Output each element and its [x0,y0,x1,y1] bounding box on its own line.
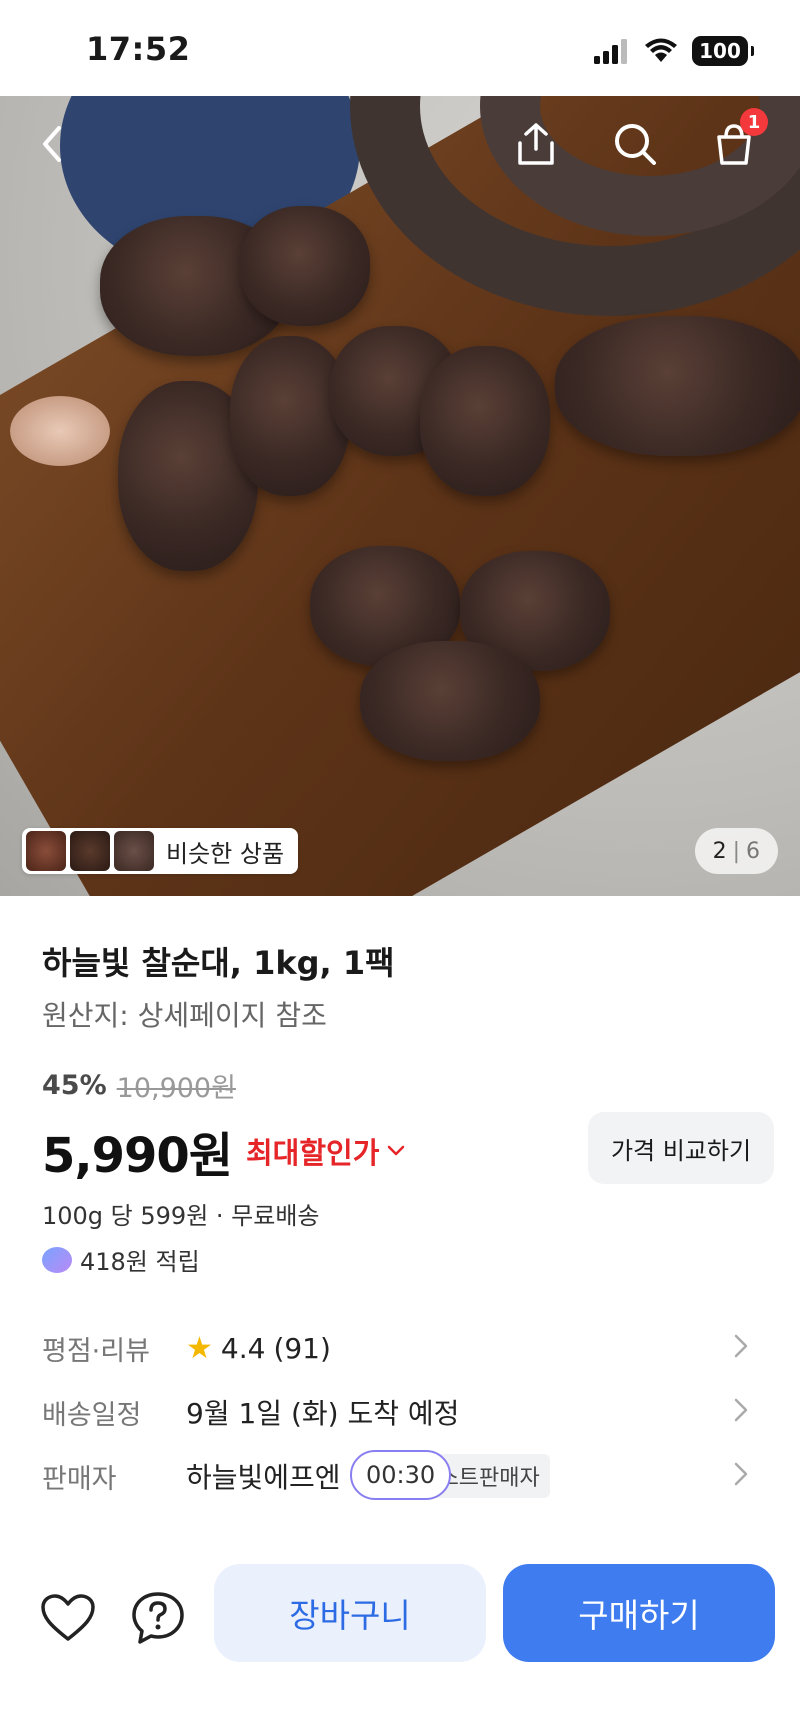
chevron-right-icon [734,1334,748,1358]
product-image-carousel[interactable]: 1 비슷한 상품 2 | 6 [0,96,800,896]
similar-thumb [70,831,110,871]
image-sausage-slice [420,346,550,496]
unit-price-shipping: 100g 당 599원 · 무료배송 [42,1202,320,1230]
battery-indicator: 100 [692,36,754,66]
search-icon [615,124,656,165]
discount-row: 45% 10,900원 [42,1066,236,1105]
price-compare-button[interactable]: 가격 비교하기 [588,1112,774,1184]
status-bar: 17:52 100 [0,0,800,96]
buy-now-button[interactable]: 구매하기 [503,1564,775,1662]
top-nav: 1 [0,96,800,186]
pager-separator: | [732,838,740,864]
pager-total: 6 [746,838,760,864]
rating-value: ★ 4.4 (91) [186,1331,331,1366]
delivery-row[interactable]: 배송일정 9월 1일 (화) 도착 예정 [42,1380,758,1444]
product-origin: 원산지: 상세페이지 참조 [42,999,327,1032]
price-row: 5,990원 최대할인가 [42,1116,405,1186]
countdown-timer: 00:30 [350,1450,452,1500]
seller-name: 하늘빛에프엔 [186,1461,341,1494]
pager-current: 2 [712,838,727,864]
add-to-cart-button[interactable]: 장바구니 [214,1564,486,1662]
delivery-value: 9월 1일 (화) 도착 예정 [186,1397,460,1430]
status-icons: 100 [594,36,754,66]
chevron-left-icon [43,126,61,162]
wifi-icon [645,38,677,62]
discount-rate: 45% [42,1070,107,1101]
max-discount-dropdown[interactable]: 최대할인가 [246,1130,405,1172]
chevron-right-icon [734,1398,748,1422]
cart-nav-button[interactable]: 1 [706,108,768,172]
signal-icon [594,39,627,64]
seller-row[interactable]: 판매자 하늘빛에프엔 스트판매자 00:30 [42,1444,758,1508]
image-sausage-slice [360,641,540,761]
rating-label: 평점·리뷰 [42,1335,150,1367]
wishlist-button[interactable] [38,1588,98,1648]
delivery-label: 배송일정 [42,1399,142,1431]
star-icon: ★ [186,1330,213,1366]
seller-label: 판매자 [42,1463,117,1495]
share-button[interactable] [508,116,564,172]
chevron-down-icon [388,1145,405,1156]
rating-review-row[interactable]: 평점·리뷰 ★ 4.4 (91) [42,1316,758,1380]
image-sausage-slice [230,336,350,496]
status-time: 17:52 [86,30,191,68]
points-text: 418원 적립 [80,1248,200,1276]
max-discount-label: 최대할인가 [246,1136,380,1170]
similar-products-label: 비슷한 상품 [166,839,285,868]
image-sausage-slice [240,206,370,326]
bottom-action-bar: 장바구니 구매하기 [0,1540,800,1731]
product-title: 하늘빛 찰순대, 1kg, 1팩 [42,944,395,982]
image-sausage-slice [555,316,800,456]
search-button[interactable] [607,116,663,172]
cart-count-badge: 1 [740,108,768,136]
reward-points: 418원 적립 [42,1242,200,1277]
similar-thumb [26,831,66,871]
image-salt [10,396,110,466]
chevron-right-icon [734,1462,748,1486]
points-icon [42,1246,72,1273]
back-button[interactable] [24,116,80,172]
similar-products-button[interactable]: 비슷한 상품 [22,828,299,874]
original-price: 10,900원 [116,1073,236,1104]
sale-price: 5,990원 [42,1128,233,1184]
rating-score: 4.4 [220,1331,266,1365]
image-pager: 2 | 6 [694,828,778,874]
question-bubble-icon [132,1592,184,1644]
similar-thumb [114,831,154,871]
share-icon [518,123,554,165]
detail-rows: 평점·리뷰 ★ 4.4 (91) 배송일정 9월 1일 (화) 도착 예정 판매… [42,1316,758,1508]
product-inquiry-button[interactable] [128,1588,188,1648]
review-count: (91) [273,1331,331,1365]
heart-icon [41,1594,95,1641]
